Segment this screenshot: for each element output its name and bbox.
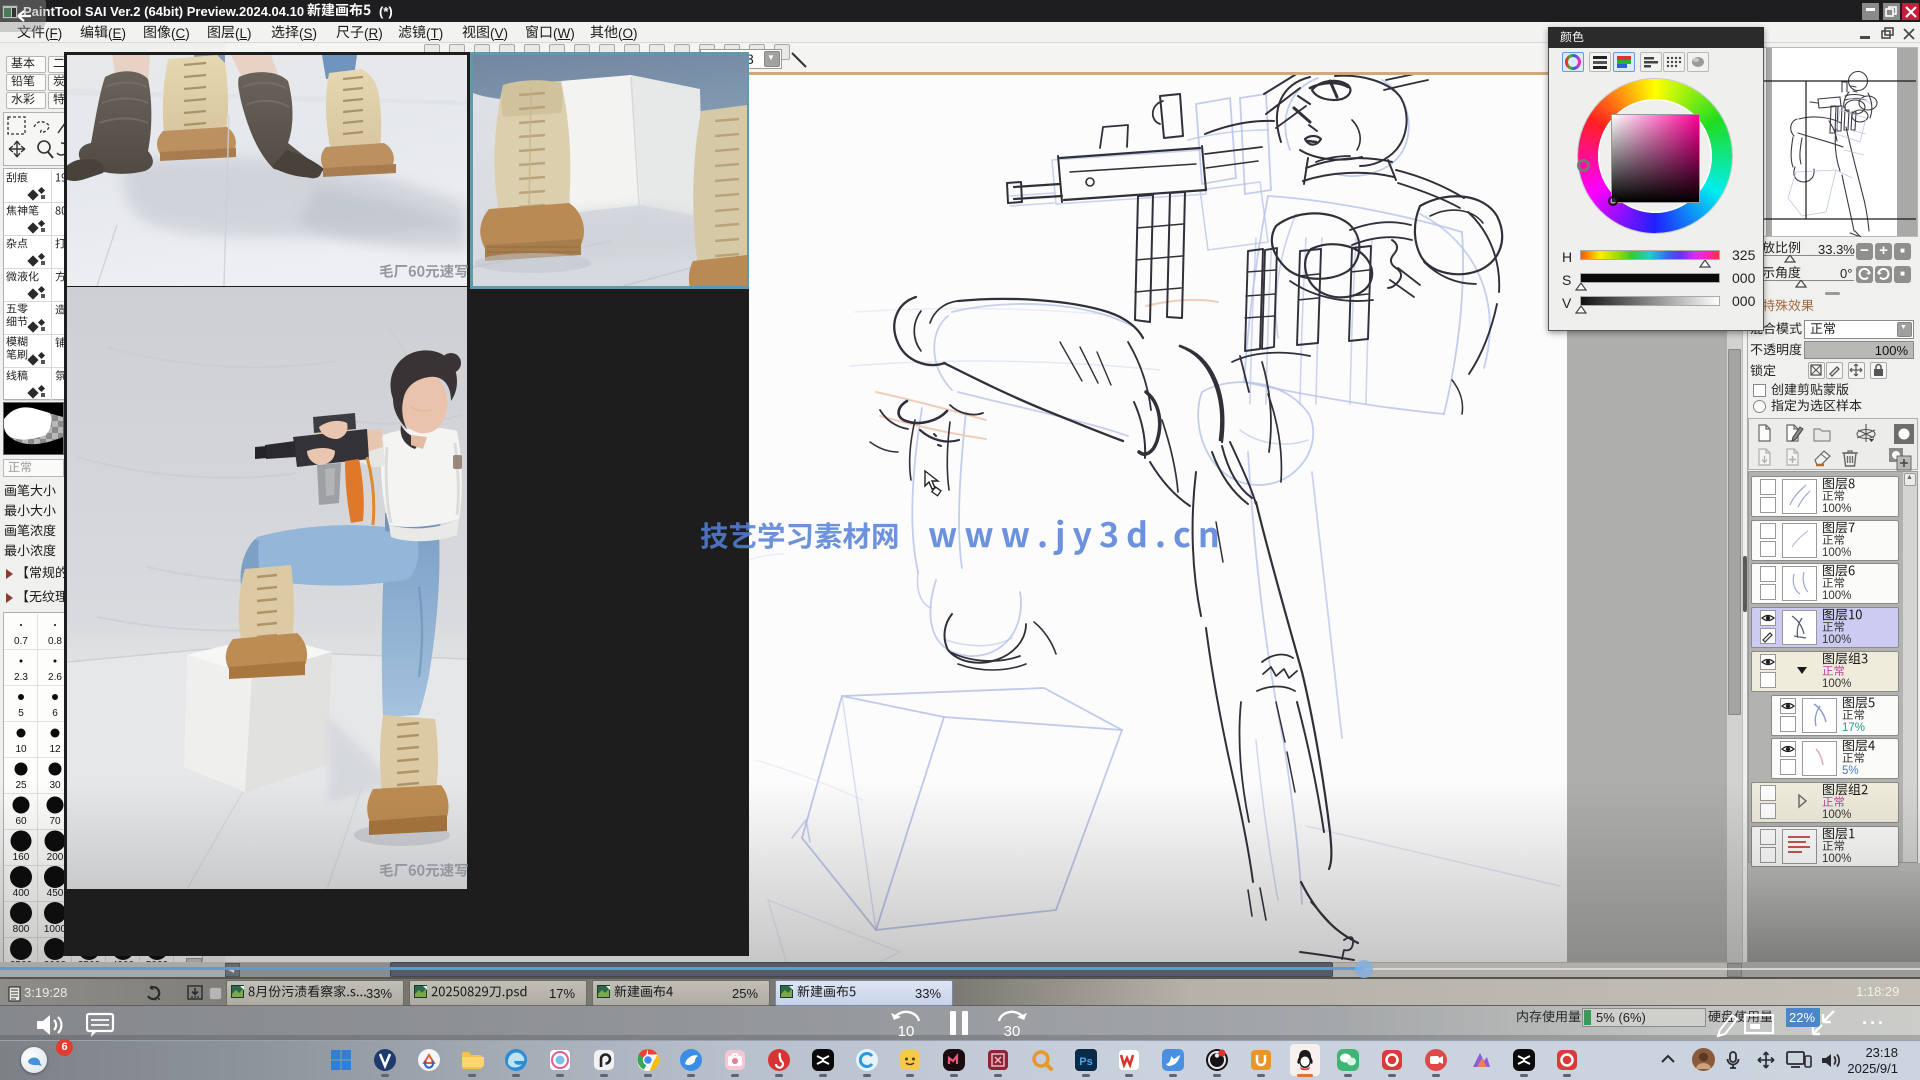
svg-text:10: 10 bbox=[898, 1023, 915, 1039]
svg-text:Ps: Ps bbox=[1079, 1056, 1092, 1068]
svg-text:30: 30 bbox=[1004, 1023, 1021, 1039]
